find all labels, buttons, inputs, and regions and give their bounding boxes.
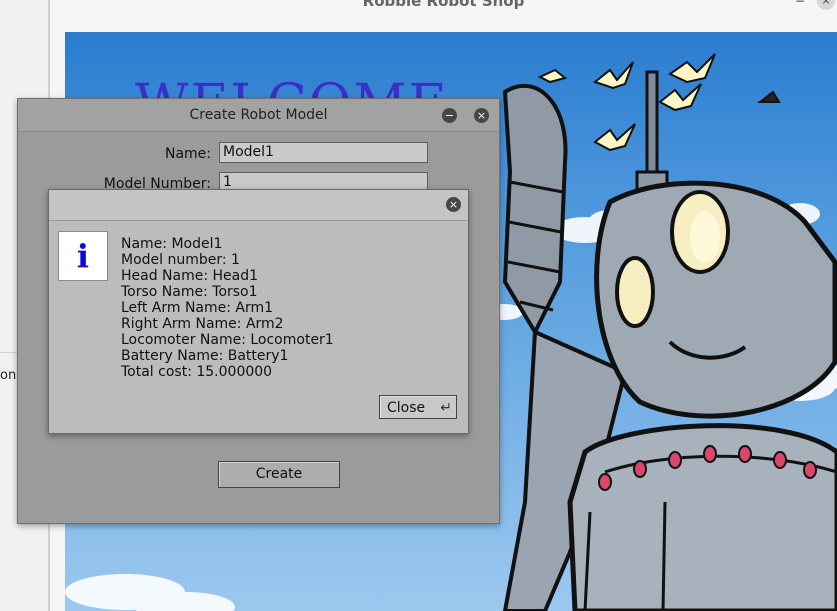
name-label: Name: <box>164 146 211 162</box>
main-window-title: Robbie Robot Shop <box>362 0 525 10</box>
enter-key-icon: ↵ <box>440 400 452 416</box>
message-line: Left Arm Name: Arm1 <box>121 300 274 316</box>
dialog-title: Create Robot Model <box>189 107 328 123</box>
minimize-icon[interactable]: − <box>791 0 809 10</box>
message-line: Locomoter Name: Locomoter1 <box>121 332 334 348</box>
info-icon: i <box>58 231 108 281</box>
message-line: Total cost: 15.000000 <box>121 364 273 380</box>
close-icon[interactable]: × <box>446 197 461 212</box>
create-button[interactable]: Create <box>218 461 340 488</box>
dialog-titlebar[interactable]: Create Robot Model − × <box>18 99 499 132</box>
main-titlebar: Robbie Robot Shop − × <box>50 0 837 14</box>
message-text: Name: Model1 Model number: 1 Head Name: … <box>121 236 334 380</box>
name-field[interactable]: Model1 <box>219 142 428 163</box>
close-button-label: Close <box>387 400 426 416</box>
message-box-titlebar[interactable]: × <box>49 190 468 221</box>
close-button[interactable]: Close ↵ <box>379 395 457 419</box>
message-line: Right Arm Name: Arm2 <box>121 316 284 332</box>
model-info-message-box: × i Name: Model1 Model number: 1 Head Na… <box>48 189 469 434</box>
close-icon[interactable]: × <box>474 108 489 123</box>
message-line: Name: Model1 <box>121 236 223 252</box>
message-line: Model number: 1 <box>121 252 240 268</box>
message-line: Torso Name: Torso1 <box>121 284 258 300</box>
minimize-icon[interactable]: − <box>442 108 457 123</box>
message-line: Battery Name: Battery1 <box>121 348 289 364</box>
bird-shapes <box>537 53 781 152</box>
message-line: Head Name: Head1 <box>121 268 259 284</box>
